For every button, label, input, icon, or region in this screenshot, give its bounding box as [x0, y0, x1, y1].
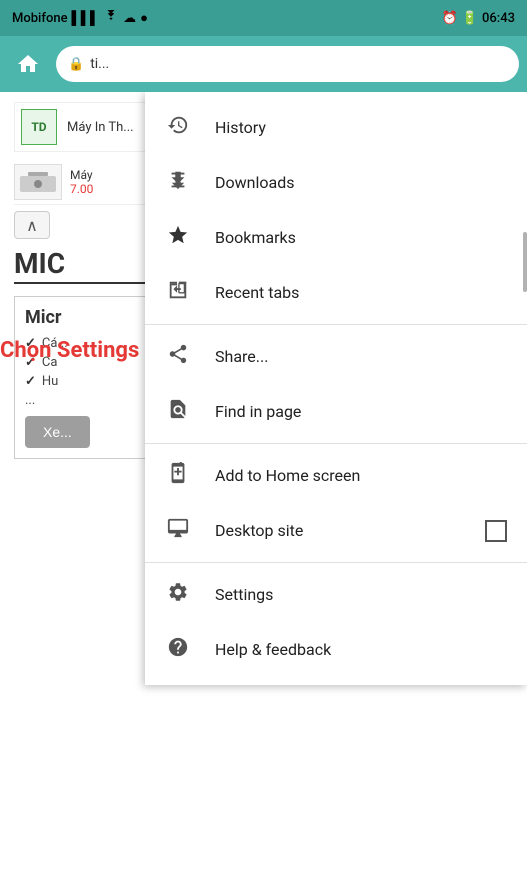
menu-item-find-in-page[interactable]: Find in page	[145, 384, 527, 439]
scrollbar-thumb[interactable]	[523, 232, 527, 292]
dropdown-menu: History Downloads Bookmarks	[145, 92, 527, 685]
signal-bars: ▌▌▌	[72, 10, 100, 26]
history-label: History	[215, 118, 507, 137]
wifi-icon	[103, 10, 119, 26]
action-button[interactable]: Xe...	[25, 416, 90, 448]
menu-item-bookmarks[interactable]: Bookmarks	[145, 210, 527, 265]
web-content: TD Máy In Th... Máy 7.00 ∧ MIC Mic	[0, 92, 527, 886]
product-price: 7.00	[70, 182, 93, 196]
menu-item-share[interactable]: Share...	[145, 329, 527, 384]
battery-icon: 🔋	[462, 11, 478, 26]
recent-tabs-icon	[165, 279, 191, 306]
help-icon	[165, 636, 191, 663]
settings-label: Settings	[215, 585, 507, 604]
product-name: Máy	[70, 168, 93, 182]
downloads-icon	[165, 169, 191, 196]
menu-item-help[interactable]: Help & feedback	[145, 622, 527, 677]
time-display: 06:43	[482, 11, 515, 26]
collapse-button[interactable]: ∧	[14, 211, 50, 239]
find-in-page-icon	[165, 398, 191, 425]
menu-item-add-home[interactable]: Add to Home screen	[145, 448, 527, 503]
lock-icon: 🔒	[68, 57, 84, 72]
settings-icon	[165, 581, 191, 608]
checkmark-icon-3: ✓	[25, 374, 36, 389]
status-right: ⏰ 🔋 06:43	[442, 11, 515, 26]
menu-item-recent-tabs[interactable]: Recent tabs	[145, 265, 527, 320]
scrollbar[interactable]	[523, 92, 527, 685]
menu-item-history[interactable]: History	[145, 100, 527, 155]
divider-1	[145, 324, 527, 325]
carrier-text: Mobifone	[12, 11, 68, 26]
status-left: Mobifone ▌▌▌ ☁ ●	[12, 10, 148, 26]
share-icon	[165, 343, 191, 370]
menu-item-settings[interactable]: Settings	[145, 567, 527, 622]
star-icon	[165, 224, 191, 251]
alarm-icon: ⏰	[442, 11, 458, 26]
add-home-icon	[165, 462, 191, 489]
desktop-site-checkbox[interactable]	[485, 520, 507, 542]
cloud-icon: ☁	[123, 11, 136, 26]
ad-logo: TD	[21, 109, 57, 145]
history-icon	[165, 114, 191, 141]
ad-title: Máy In Th...	[67, 120, 134, 135]
home-button[interactable]	[8, 44, 48, 84]
help-label: Help & feedback	[215, 640, 507, 659]
recent-tabs-label: Recent tabs	[215, 283, 507, 302]
browser-toolbar: 🔒 ti...	[0, 36, 527, 92]
downloads-label: Downloads	[215, 173, 507, 192]
desktop-site-label: Desktop site	[215, 521, 461, 540]
product-image	[14, 164, 62, 200]
find-in-page-label: Find in page	[215, 402, 507, 421]
menu-item-desktop-site[interactable]: Desktop site	[145, 503, 527, 558]
check-label-3: Hu	[42, 374, 58, 389]
divider-2	[145, 443, 527, 444]
share-label: Share...	[215, 347, 507, 366]
desktop-icon	[165, 517, 191, 544]
bookmarks-label: Bookmarks	[215, 228, 507, 247]
add-home-label: Add to Home screen	[215, 466, 507, 485]
status-bar: Mobifone ▌▌▌ ☁ ● ⏰ 🔋 06:43	[0, 0, 527, 36]
address-text: ti...	[90, 56, 109, 72]
menu-item-downloads[interactable]: Downloads	[145, 155, 527, 210]
address-bar[interactable]: 🔒 ti...	[56, 46, 519, 82]
divider-3	[145, 562, 527, 563]
profile-icon: ●	[140, 10, 148, 26]
